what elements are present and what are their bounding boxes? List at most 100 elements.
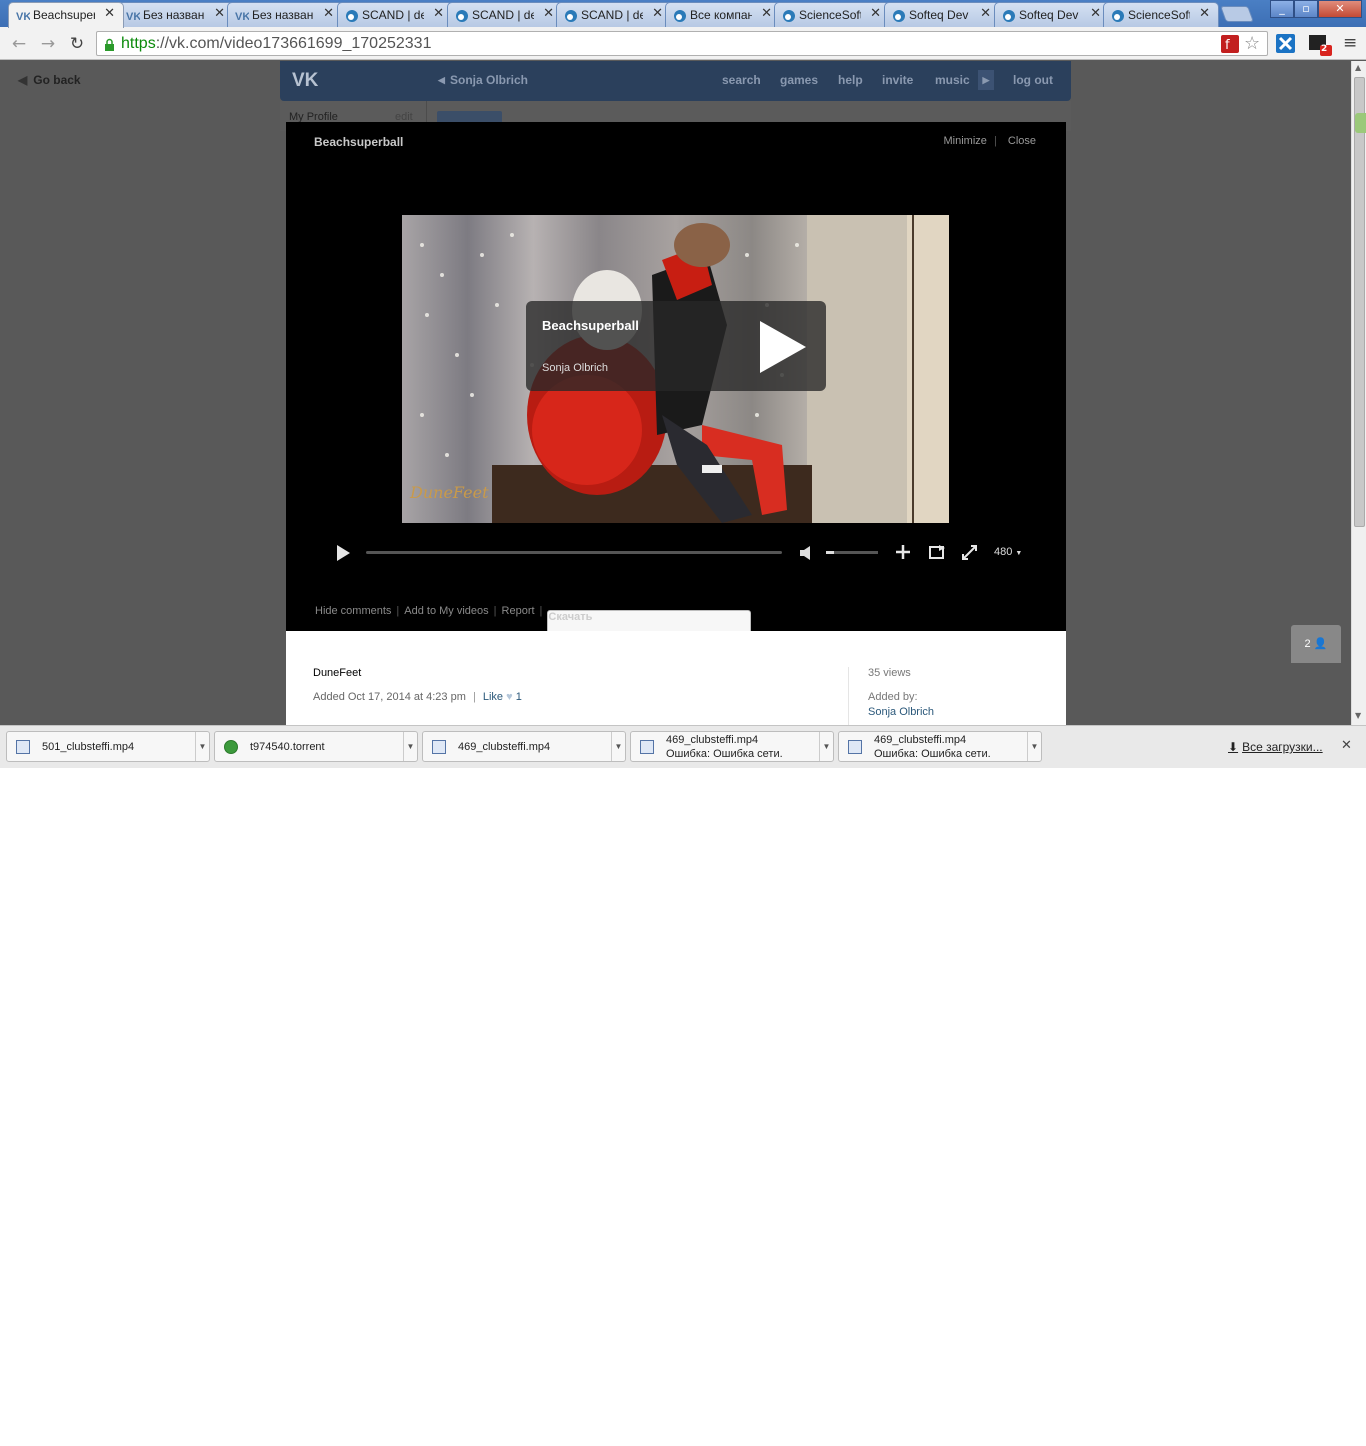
tab-3[interactable]: SCAND | de ✕ [337,2,453,27]
tab-0[interactable]: VK Beachsuper ✕ [8,2,124,28]
maximize-window-button[interactable]: ▫ [1294,0,1318,18]
tab-5[interactable]: SCAND | de ✕ [556,2,672,27]
action-separator: | [396,605,400,617]
chevron-down-icon[interactable]: ▼ [611,732,625,761]
file-icon [432,740,446,754]
flash-icon[interactable]: f [1221,35,1239,57]
nav-music[interactable]: music [935,73,970,87]
chevron-down-icon[interactable]: ▼ [1027,732,1041,761]
vk-icon: VK [126,9,141,23]
fullscreen-icon[interactable] [962,545,977,560]
vk-logo[interactable]: VK [292,70,318,92]
play-icon[interactable] [336,545,350,561]
video-info-panel: DuneFeet Added Oct 17, 2014 at 4:23 pm |… [286,631,1066,725]
like-link[interactable]: Like [483,691,503,703]
url-scheme: https [121,35,156,52]
quality-selector[interactable]: 480 ▼ [994,546,1022,558]
tab-7[interactable]: ScienceSoft ✕ [774,2,890,27]
big-play-icon[interactable] [760,321,806,373]
download-item[interactable]: 469_clubsteffi.mp4 ▼ [422,731,626,762]
close-tab-icon[interactable]: ✕ [761,6,772,21]
tab-label: Все компан [690,8,752,22]
close-link[interactable]: Close [1008,135,1036,147]
close-tab-icon[interactable]: ✕ [323,6,334,21]
tab-2[interactable]: VK Без назван ✕ [227,2,343,27]
tab-9[interactable]: Softeq Dev ✕ [994,2,1110,27]
d-icon [782,9,796,22]
logout-link[interactable]: log out [1013,73,1053,87]
close-tab-icon[interactable]: ✕ [1090,6,1101,21]
side-extension-tab[interactable] [1355,113,1366,133]
download-item[interactable]: 469_clubsteffi.mp4 Ошибка: Ошибка сети. … [630,731,834,762]
close-tab-icon[interactable]: ✕ [104,6,115,21]
download-item[interactable]: 469_clubsteffi.mp4 Ошибка: Ошибка сети. … [838,731,1042,762]
minimize-link[interactable]: Minimize [943,135,986,147]
added-separator: | [472,691,476,703]
close-tab-icon[interactable]: ✕ [980,6,991,21]
close-tab-icon[interactable]: ✕ [214,6,225,21]
close-tab-icon[interactable]: ✕ [870,6,881,21]
report-link[interactable]: Report [502,605,535,617]
add-icon[interactable] [896,545,910,559]
mute-icon[interactable] [800,546,814,560]
nav-invite[interactable]: invite [882,73,913,87]
close-tab-icon[interactable]: ✕ [543,6,554,21]
video-overlay[interactable]: Beachsuperball Sonja Olbrich [526,301,826,391]
tab-10[interactable]: ScienceSoft ✕ [1103,2,1219,27]
new-tab-button[interactable] [1220,6,1254,22]
hide-comments-link[interactable]: Hide comments [315,605,391,617]
address-bar[interactable]: https://vk.com/video173661699_170252331 … [96,31,1268,56]
chevron-down-icon[interactable]: ▼ [403,732,417,761]
download-arrow-icon: ⬇ [1228,740,1239,754]
downloads-bar: 501_clubsteffi.mp4 ▼ t974540.torrent ▼ 4… [0,725,1366,768]
nav-help[interactable]: help [838,73,863,87]
scrollbar-thumb[interactable] [1354,77,1365,527]
overlay-author[interactable]: Sonja Olbrich [542,362,608,374]
tab-1[interactable]: VK Без назван ✕ [118,2,234,27]
close-tab-icon[interactable]: ✕ [652,6,663,21]
close-tab-icon[interactable]: ✕ [433,6,444,21]
tab-6[interactable]: Все компан ✕ [665,2,781,27]
close-downloads-icon[interactable]: ✕ [1341,738,1352,753]
user-icon: 👤 [1313,638,1328,650]
nav-search[interactable]: search [722,73,761,87]
video-title: Beachsuperball [314,135,404,149]
heart-icon[interactable]: ♥ [506,691,513,703]
add-to-videos-link[interactable]: Add to My videos [404,605,488,617]
video-author[interactable]: DuneFeet [313,667,361,679]
download-item[interactable]: 501_clubsteffi.mp4 ▼ [6,731,210,762]
menu-icon[interactable]: ≡ [1343,33,1357,53]
scroll-down-icon[interactable]: ▼ [1355,711,1361,720]
viewers-counter[interactable]: 2 👤 [1291,625,1341,663]
back-icon[interactable]: ← [8,33,30,55]
download-status: Ошибка: Ошибка сети. [874,748,991,760]
chevron-down-icon[interactable]: ▼ [819,732,833,761]
download-item[interactable]: t974540.torrent ▼ [214,731,418,762]
volume-slider[interactable] [826,551,878,554]
scrollbar[interactable]: ▲ ▼ [1351,61,1366,725]
go-back-link[interactable]: ◀ Go back [18,73,81,87]
nav-games[interactable]: games [780,73,818,87]
loop-icon[interactable] [929,545,945,560]
tab-label: Beachsuper [33,8,95,22]
close-tab-icon[interactable]: ✕ [1199,6,1210,21]
forward-icon[interactable]: → [37,33,59,55]
tab-label: Без назван [143,8,205,22]
music-play-icon[interactable]: ▶ [978,70,994,90]
header-profile-name[interactable]: Sonja Olbrich [450,73,528,87]
close-window-button[interactable]: ✕ [1318,0,1362,18]
notification-extension-icon[interactable] [1308,33,1332,61]
reload-icon[interactable]: ↻ [66,33,88,55]
tab-4[interactable]: SCAND | de ✕ [447,2,563,27]
seek-bar[interactable] [366,551,782,554]
all-downloads-link[interactable]: ⬇ Все загрузки... [1228,740,1323,754]
minimize-window-button[interactable]: _ [1270,0,1294,18]
tab-8[interactable]: Softeq Dev ✕ [884,2,1000,27]
svg-text:f: f [1225,38,1230,53]
extension-icon[interactable] [1276,34,1295,57]
added-by-name[interactable]: Sonja Olbrich [868,706,934,718]
bookmark-star-icon[interactable]: ☆ [1244,33,1260,54]
chevron-down-icon[interactable]: ▼ [195,732,209,761]
download-name: 469_clubsteffi.mp4 [874,734,967,746]
scroll-up-icon[interactable]: ▲ [1355,63,1361,72]
